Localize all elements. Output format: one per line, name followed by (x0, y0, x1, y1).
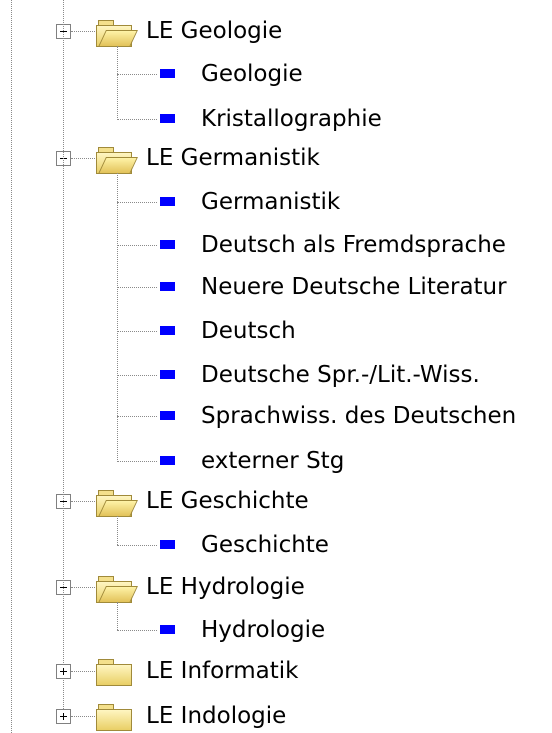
tree-leaf-label[interactable]: Sprachwiss. des Deutschen (201, 401, 516, 431)
tree-leaf-label[interactable]: externer Stg (201, 446, 344, 476)
folder-closed-icon (96, 702, 132, 731)
tree-connector (117, 416, 157, 417)
tree-connector (117, 602, 118, 630)
tree-leaf-label[interactable]: Neuere Deutsche Literatur (201, 272, 507, 302)
folder-open-icon (96, 18, 138, 47)
tree-root-line (11, 0, 12, 733)
expand-icon[interactable] (56, 709, 71, 724)
tree-connector (71, 158, 95, 159)
expand-icon[interactable] (56, 664, 71, 679)
tree-node-label[interactable]: LE Germanistik (146, 143, 320, 173)
tree-connector (117, 516, 118, 545)
tree-connector (117, 173, 118, 462)
blue-square-icon (160, 240, 175, 249)
tree-connector (117, 287, 157, 288)
tree-leaf-label[interactable]: Geschichte (201, 530, 329, 560)
tree-node-label[interactable]: LE Geologie (146, 16, 282, 46)
blue-square-icon (160, 625, 175, 634)
tree-node-label[interactable]: LE Indologie (146, 701, 286, 731)
tree-connector (117, 461, 157, 462)
folder-closed-icon (96, 657, 132, 686)
tree-connector (117, 630, 157, 631)
tree-leaf-label[interactable]: Geologie (201, 59, 303, 89)
tree-connector (117, 74, 157, 75)
tree-leaf-label[interactable]: Deutsch (201, 316, 296, 346)
folder-open-icon (96, 488, 138, 517)
folder-open-icon (96, 574, 138, 603)
tree-leaf-label[interactable]: Hydrologie (201, 615, 325, 645)
tree-connector (71, 716, 95, 717)
blue-square-icon (160, 282, 175, 291)
tree-connector (71, 587, 95, 588)
tree-connector (63, 0, 64, 717)
blue-square-icon (160, 411, 175, 420)
tree-connector (117, 245, 157, 246)
tree-node-label[interactable]: LE Hydrologie (146, 572, 305, 602)
tree-leaf-label[interactable]: Kristallographie (201, 104, 382, 134)
tree-node-label[interactable]: LE Informatik (146, 656, 298, 686)
blue-square-icon (160, 197, 175, 206)
tree-leaf-label[interactable]: Germanistik (201, 187, 340, 217)
tree-leaf-label[interactable]: Deutsch als Fremdsprache (201, 230, 506, 260)
tree-connector (117, 331, 157, 332)
tree-view: LE Geologie Geologie Kristallographie LE… (0, 0, 552, 733)
tree-connector (71, 31, 95, 32)
tree-leaf-label[interactable]: Deutsche Spr.-/Lit.-Wiss. (201, 360, 480, 390)
blue-square-icon (160, 456, 175, 465)
folder-open-icon (96, 145, 138, 174)
tree-node-label[interactable]: LE Geschichte (146, 486, 309, 516)
blue-square-icon (160, 326, 175, 335)
tree-connector (117, 375, 157, 376)
tree-connector (117, 202, 157, 203)
tree-connector (71, 501, 95, 502)
tree-connector (71, 671, 95, 672)
tree-connector (117, 119, 157, 120)
blue-square-icon (160, 540, 175, 549)
blue-square-icon (160, 69, 175, 78)
blue-square-icon (160, 114, 175, 123)
tree-connector (117, 46, 118, 120)
tree-connector (117, 545, 157, 546)
blue-square-icon (160, 370, 175, 379)
